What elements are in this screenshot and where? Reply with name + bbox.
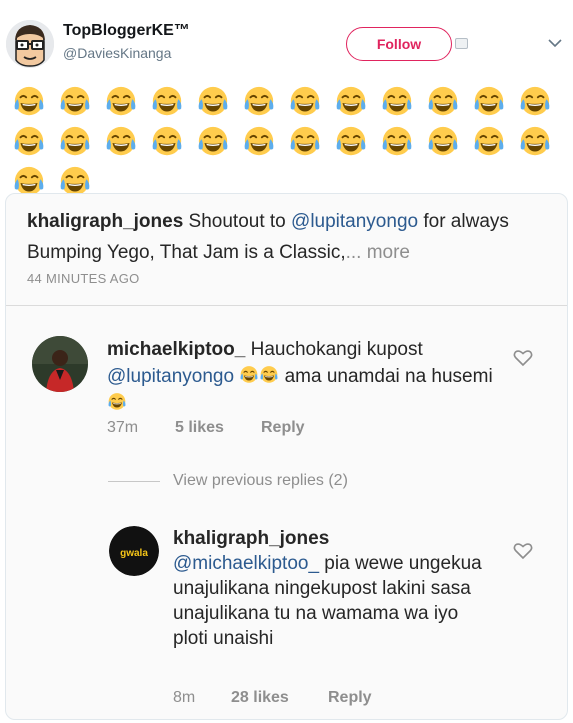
laughing-emoji-icon (239, 365, 259, 385)
caption-username: khaligraph_jones (27, 211, 184, 232)
post-timestamp: 44 MINUTES AGO (27, 271, 140, 286)
heart-icon[interactable] (513, 349, 533, 367)
laughing-emoji-icon (236, 122, 282, 162)
laughing-emoji-icon (52, 82, 98, 122)
comment-body-rest: ama unamdai na husemi (279, 366, 493, 387)
heart-icon[interactable] (513, 542, 533, 560)
chevron-down-icon[interactable] (548, 38, 562, 48)
laughing-emoji-icon (420, 122, 466, 162)
reply-text: khaligraph_jones @michaelkiptoo_ pia wew… (173, 526, 493, 651)
comment-avatar (32, 336, 88, 392)
laughing-emoji-icon (282, 82, 328, 122)
post-caption: khaligraph_jones Shoutout to @lupitanyon… (27, 206, 552, 268)
reply-time: 8m (173, 689, 196, 706)
laughing-emoji-icon (259, 365, 279, 385)
comment-text: michaelkiptoo_ Hauchokangi kupost @lupit… (107, 336, 507, 417)
laughing-emoji-icon (466, 122, 512, 162)
laughing-emoji-icon (107, 392, 127, 412)
reply-meta: 8m 28 likes Reply (173, 689, 372, 707)
laughing-emoji-icon (6, 82, 52, 122)
laughing-emoji-icon (420, 82, 466, 122)
view-previous-replies-link[interactable]: View previous replies (2) (173, 472, 348, 490)
comment-likes[interactable]: 5 likes (175, 419, 261, 437)
reply-mention: @michaelkiptoo_ (173, 553, 320, 574)
comment-body: Hauchokangi kupost (245, 339, 423, 360)
comment-mention: @lupitanyongo (107, 366, 235, 387)
laughing-emoji-icon (190, 82, 236, 122)
laughing-emoji-icon (6, 122, 52, 162)
laughing-emoji-icon (144, 82, 190, 122)
emoji-row (6, 82, 566, 202)
reply-likes[interactable]: 28 likes (231, 689, 328, 707)
laughing-emoji-icon (512, 122, 558, 162)
comment-time: 37m (107, 419, 139, 436)
tweet-header: TopBloggerKE™ @DaviesKinanga Follow (0, 0, 573, 78)
author-name[interactable]: TopBloggerKE™ (63, 22, 190, 40)
laughing-emoji-icon (466, 82, 512, 122)
comment-meta: 37m 5 likes Reply (107, 419, 305, 437)
laughing-emoji-icon (328, 82, 374, 122)
laughing-emoji-icon (98, 82, 144, 122)
laughing-emoji-icon (328, 122, 374, 162)
reply-button[interactable]: Reply (328, 689, 372, 707)
reply-button[interactable]: Reply (261, 419, 305, 437)
caption-mention: @lupitanyongo (291, 211, 419, 232)
avatar-logo-text: gwala (120, 548, 148, 559)
laughing-emoji-icon (98, 122, 144, 162)
laughing-emoji-icon (144, 122, 190, 162)
view-replies-line (108, 481, 160, 482)
divider (6, 305, 567, 306)
laughing-emoji-icon (190, 122, 236, 162)
reply-username: khaligraph_jones (173, 528, 330, 549)
laughing-emoji-icon (512, 82, 558, 122)
reply-avatar: gwala (109, 526, 159, 576)
cartoon-face-icon (6, 20, 54, 68)
laughing-emoji-icon (52, 122, 98, 162)
follow-button[interactable]: Follow (346, 27, 452, 61)
embedded-instagram-screenshot[interactable]: khaligraph_jones Shoutout to @lupitanyon… (5, 193, 568, 720)
caption-more-link: ... more (345, 242, 410, 263)
laughing-emoji-icon (236, 82, 282, 122)
laughing-emoji-icon (374, 122, 420, 162)
follow-options-icon[interactable] (455, 38, 468, 49)
caption-text: Shoutout to (183, 211, 292, 232)
author-handle[interactable]: @DaviesKinanga (63, 45, 171, 61)
laughing-emoji-icon (282, 122, 328, 162)
laughing-emoji-icon (374, 82, 420, 122)
comment-username: michaelkiptoo_ (107, 339, 246, 360)
author-avatar[interactable] (6, 20, 54, 68)
